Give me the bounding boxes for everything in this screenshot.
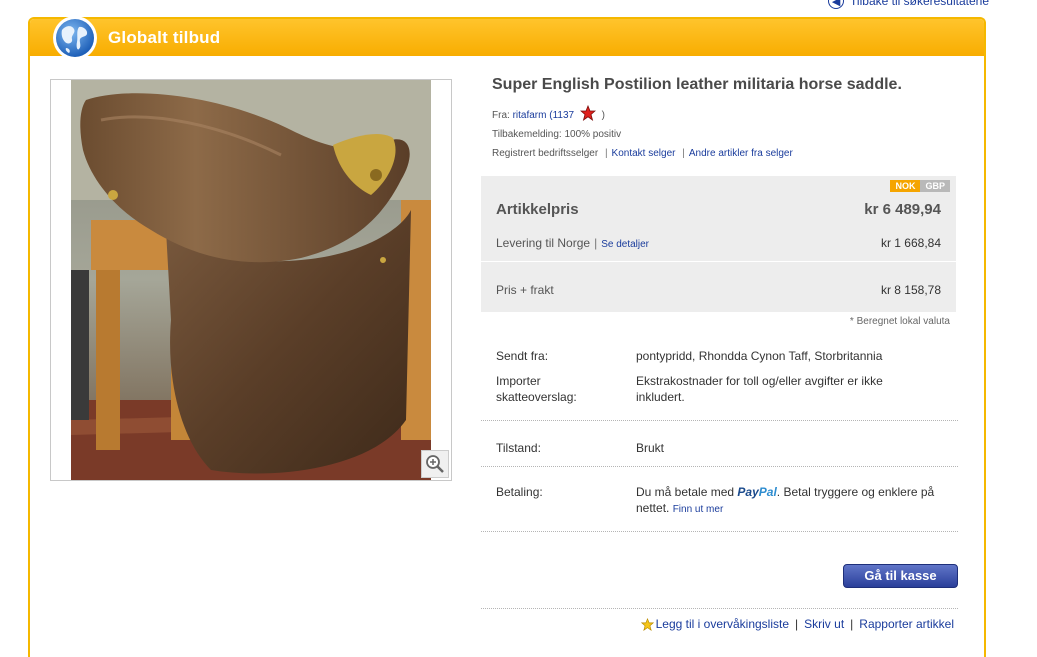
separator: | <box>594 236 598 250</box>
payment-value: Du må betale med PayPal. Betal tryggere … <box>636 484 956 518</box>
currency-tabs: NOK GBP <box>890 180 950 192</box>
zoom-icon <box>426 455 444 473</box>
sent-from-label: Sendt fra: <box>496 349 549 363</box>
currency-tab-nok[interactable]: NOK <box>890 180 921 192</box>
separator: | <box>682 148 685 159</box>
payment-prefix: Du må betale med <box>636 485 735 499</box>
import-tax-label: Importer skatteoverslag: <box>496 374 577 404</box>
item-price-row: Artikkelpris kr 6 489,94 <box>496 201 941 218</box>
total-value: kr 8 158,78 <box>880 283 941 297</box>
price-divider <box>481 261 956 262</box>
item-price-value: kr 6 489,94 <box>864 201 941 218</box>
globe-icon <box>53 16 97 60</box>
separator: | <box>604 148 608 159</box>
add-to-watchlist-link[interactable]: Legg til i overvåkingsliste <box>656 617 789 631</box>
divider <box>481 531 958 532</box>
feedback-close: ) <box>601 110 606 121</box>
feedback-score-link[interactable]: (1137 <box>549 110 574 121</box>
feedback-score: 1137 <box>552 110 575 121</box>
panel-header: Globalt tilbud <box>30 16 984 60</box>
seller-line: Fra: ritafarm (1137 ) <box>492 105 960 125</box>
global-offer-panel: Globalt tilbud Super English Postilion l… <box>28 16 986 657</box>
seller-name-link[interactable]: ritafarm <box>513 110 547 121</box>
shipping-row: Levering til Norge | Se detaljer kr 1 668,… <box>496 236 941 250</box>
panel-title: Globalt tilbud <box>108 28 221 47</box>
separator: | <box>795 617 799 631</box>
product-image-frame[interactable] <box>50 79 452 481</box>
zoom-button[interactable] <box>421 450 449 478</box>
seller-prefix: Fra: <box>492 110 510 121</box>
shipping-label-group: Levering til Norge | Se detaljer <box>496 236 649 250</box>
total-label: Pris + frakt <box>496 283 554 297</box>
item-title: Super English Postilion leather militari… <box>492 76 902 93</box>
shipping-label: Levering til Norge <box>496 236 591 250</box>
back-to-results-link[interactable]: ◀ Tilbake til søkeresultatene <box>828 0 989 9</box>
feedback-label: Tilbakemelding: 100% positiv <box>492 129 622 140</box>
condition-value: Brukt <box>636 441 665 455</box>
checkout-button[interactable]: Gå til kasse <box>843 564 958 588</box>
back-arrow-icon: ◀ <box>828 0 845 9</box>
watchlist-star-icon <box>640 617 654 631</box>
print-link[interactable]: Skriv ut <box>804 617 844 631</box>
item-info: Super English Postilion leather militari… <box>492 75 960 163</box>
contact-seller-link[interactable]: Kontakt selger <box>612 148 676 159</box>
price-box: NOK GBP Artikkelpris kr 6 489,94 Leverin… <box>481 176 956 312</box>
divider <box>481 466 958 467</box>
local-currency-note: * Beregnet lokal valuta <box>849 316 950 327</box>
other-items-link[interactable]: Andre artikler fra selger <box>689 148 793 159</box>
product-image <box>71 80 431 480</box>
currency-tab-gbp[interactable]: GBP <box>920 180 950 192</box>
learn-more-link[interactable]: Finn ut mer <box>673 504 724 515</box>
divider <box>481 420 958 421</box>
divider <box>481 608 958 609</box>
total-row: Pris + frakt kr 8 158,78 <box>496 283 941 297</box>
paypal-logo: PayPal <box>737 485 777 499</box>
back-to-results-label: Tilbake til søkeresultatene <box>850 0 989 8</box>
import-tax-value: Ekstrakostnader for toll og/eller avgift… <box>636 374 883 404</box>
separator: | <box>850 617 854 631</box>
sent-from-value: pontypridd, Rhondda Cynon Taff, Storbrit… <box>636 349 883 363</box>
shipping-details-link[interactable]: Se detaljer <box>601 239 649 250</box>
footer-actions: Legg til i overvåkingsliste | Skriv ut |… <box>640 617 954 631</box>
shipping-value: kr 1 668,84 <box>880 236 941 250</box>
item-price-label: Artikkelpris <box>496 201 579 218</box>
seller-type-line: Registrert bedriftsselger | Kontakt selge… <box>492 144 960 163</box>
seller-type: Registrert bedriftsselger <box>492 148 599 159</box>
star-icon <box>579 105 596 121</box>
payment-label: Betaling: <box>496 485 543 499</box>
condition-label: Tilstand: <box>496 441 541 455</box>
report-item-link[interactable]: Rapporter artikkel <box>859 617 954 631</box>
